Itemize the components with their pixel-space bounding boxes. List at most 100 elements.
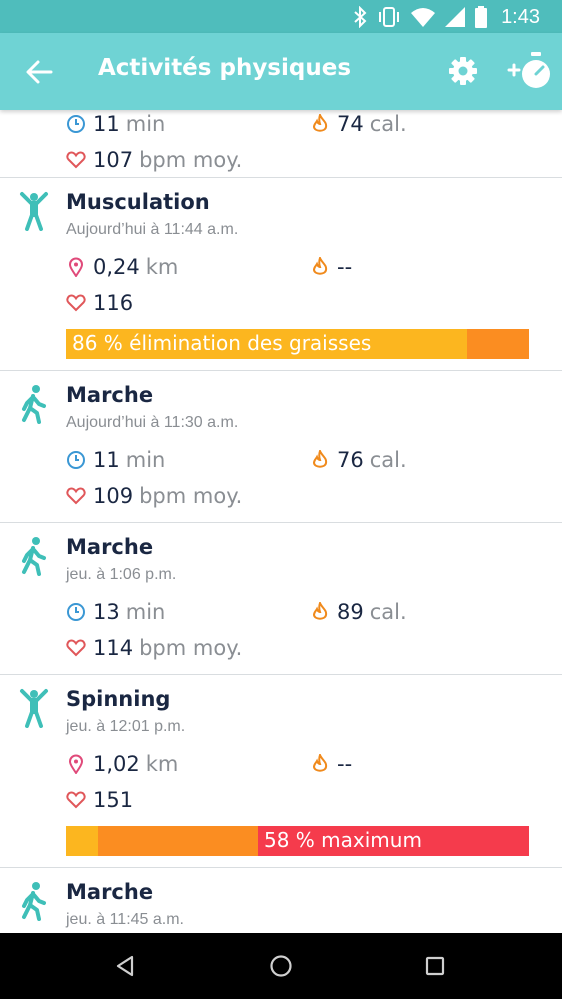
- stat-unit: cal.: [369, 600, 407, 624]
- calories-stat: 89 cal.: [310, 600, 407, 624]
- activity-name: Marche: [66, 383, 154, 407]
- location-pin-icon: [68, 754, 84, 774]
- activity-card[interactable]: Marche jeu. à 11:45 a.m.: [0, 868, 562, 933]
- app-bar: Activités physiques: [0, 33, 562, 110]
- heart-zone-label: 58 % maximum: [264, 828, 422, 852]
- distance-stat: 0,24 km: [66, 255, 178, 279]
- activity-card[interactable]: Marche jeu. à 1:06 p.m. 13 min 89 cal. 1…: [0, 523, 562, 675]
- heart-zone-segment: [66, 826, 98, 856]
- stat-value: 74: [337, 112, 364, 136]
- heart-rate-stat: 114 bpm moy.: [66, 636, 242, 660]
- stat-value: 109: [93, 484, 134, 508]
- activity-name: Marche: [66, 880, 154, 904]
- walk-icon: [22, 385, 46, 424]
- calories-stat: 74 cal.: [310, 112, 407, 136]
- gear-icon[interactable]: [448, 56, 478, 86]
- stat-value: 114: [93, 636, 134, 660]
- stat-unit: min: [125, 448, 166, 472]
- person-arms-up-icon: [20, 192, 48, 231]
- location-pin-icon: [68, 257, 84, 277]
- flame-icon: [312, 754, 328, 772]
- back-triangle-icon[interactable]: [112, 953, 138, 979]
- wifi-icon: [411, 8, 436, 27]
- activity-name: Marche: [66, 535, 154, 559]
- vibrate-icon: [379, 7, 400, 27]
- activity-card[interactable]: Musculation Aujourd’hui à 11:44 a.m. 0,2…: [0, 178, 562, 371]
- stat-value: 11: [93, 448, 120, 472]
- walk-icon: [22, 537, 46, 576]
- status-bar: 1:43: [0, 0, 562, 33]
- clock-icon: [67, 603, 85, 621]
- stat-value: --: [337, 752, 353, 776]
- duration-stat: 11 min: [66, 112, 165, 136]
- distance-stat: 1,02 km: [66, 752, 178, 776]
- clock-icon: [67, 115, 85, 133]
- stat-unit: cal.: [369, 112, 407, 136]
- recents-square-icon[interactable]: [422, 953, 448, 979]
- heart-rate-stat: 109 bpm moy.: [66, 484, 242, 508]
- stat-unit: min: [125, 600, 166, 624]
- status-time: 1:43: [501, 5, 540, 28]
- stat-unit: km: [145, 752, 179, 776]
- heart-zone-bar: 58 % maximum: [66, 826, 529, 856]
- flame-icon: [312, 114, 328, 132]
- system-nav-bar: [0, 933, 562, 999]
- stat-unit: bpm moy.: [139, 636, 243, 660]
- heart-icon: [66, 151, 86, 169]
- stat-value: --: [337, 255, 353, 279]
- add-exercise-timer-icon[interactable]: [507, 50, 553, 92]
- back-arrow-icon[interactable]: [24, 57, 54, 87]
- stat-unit: min: [125, 112, 166, 136]
- heart-rate-stat: 151: [66, 788, 133, 812]
- stat-value: 1,02: [93, 752, 140, 776]
- heart-zone-segment: [467, 329, 529, 359]
- activity-date: jeu. à 12:01 p.m.: [66, 718, 186, 735]
- duration-stat: 13 min: [66, 600, 165, 624]
- stat-value: 76: [337, 448, 364, 472]
- activity-date: jeu. à 11:45 a.m.: [66, 911, 184, 928]
- stat-value: 116: [93, 291, 134, 315]
- heart-rate-stat: 116: [66, 291, 133, 315]
- flame-icon: [312, 450, 328, 468]
- stat-value: 107: [93, 148, 134, 172]
- stat-value: 89: [337, 600, 364, 624]
- heart-rate-stat: 107 bpm moy.: [66, 148, 242, 172]
- activity-card[interactable]: 11 min 74 cal. 107 bpm moy.: [0, 110, 562, 178]
- duration-stat: 11 min: [66, 448, 165, 472]
- bluetooth-icon: [354, 6, 367, 28]
- activity-list[interactable]: 11 min 74 cal. 107 bpm moy. Musculation …: [0, 110, 562, 933]
- home-circle-icon[interactable]: [268, 953, 294, 979]
- heart-icon: [66, 487, 86, 505]
- heart-icon: [66, 639, 86, 657]
- flame-icon: [312, 602, 328, 620]
- calories-stat: --: [310, 752, 352, 776]
- activity-date: Aujourd’hui à 11:44 a.m.: [66, 221, 239, 238]
- stat-value: 13: [93, 600, 120, 624]
- signal-icon: [445, 7, 466, 27]
- heart-zone-bar: 86 % élimination des graisses: [66, 329, 529, 359]
- stat-unit: bpm moy.: [139, 484, 243, 508]
- page-title: Activités physiques: [98, 55, 352, 81]
- clock-icon: [67, 451, 85, 469]
- activity-card[interactable]: Marche Aujourd’hui à 11:30 a.m. 11 min 7…: [0, 371, 562, 523]
- stat-unit: km: [145, 255, 179, 279]
- heart-zone-label: 86 % élimination des graisses: [72, 331, 372, 355]
- stat-unit: bpm moy.: [139, 148, 243, 172]
- walk-icon: [22, 882, 46, 921]
- person-arms-up-icon: [20, 689, 48, 728]
- stat-unit: cal.: [369, 448, 407, 472]
- activity-date: Aujourd’hui à 11:30 a.m.: [66, 414, 239, 431]
- heart-icon: [66, 791, 86, 809]
- activity-name: Spinning: [66, 687, 171, 711]
- battery-icon: [475, 6, 488, 28]
- activity-name: Musculation: [66, 190, 210, 214]
- heart-zone-segment: [98, 826, 258, 856]
- flame-icon: [312, 257, 328, 275]
- heart-icon: [66, 294, 86, 312]
- stat-value: 151: [93, 788, 134, 812]
- stat-value: 0,24: [93, 255, 140, 279]
- calories-stat: --: [310, 255, 352, 279]
- activity-card[interactable]: Spinning jeu. à 12:01 p.m. 1,02 km -- 15…: [0, 675, 562, 868]
- stat-value: 11: [93, 112, 120, 136]
- calories-stat: 76 cal.: [310, 448, 407, 472]
